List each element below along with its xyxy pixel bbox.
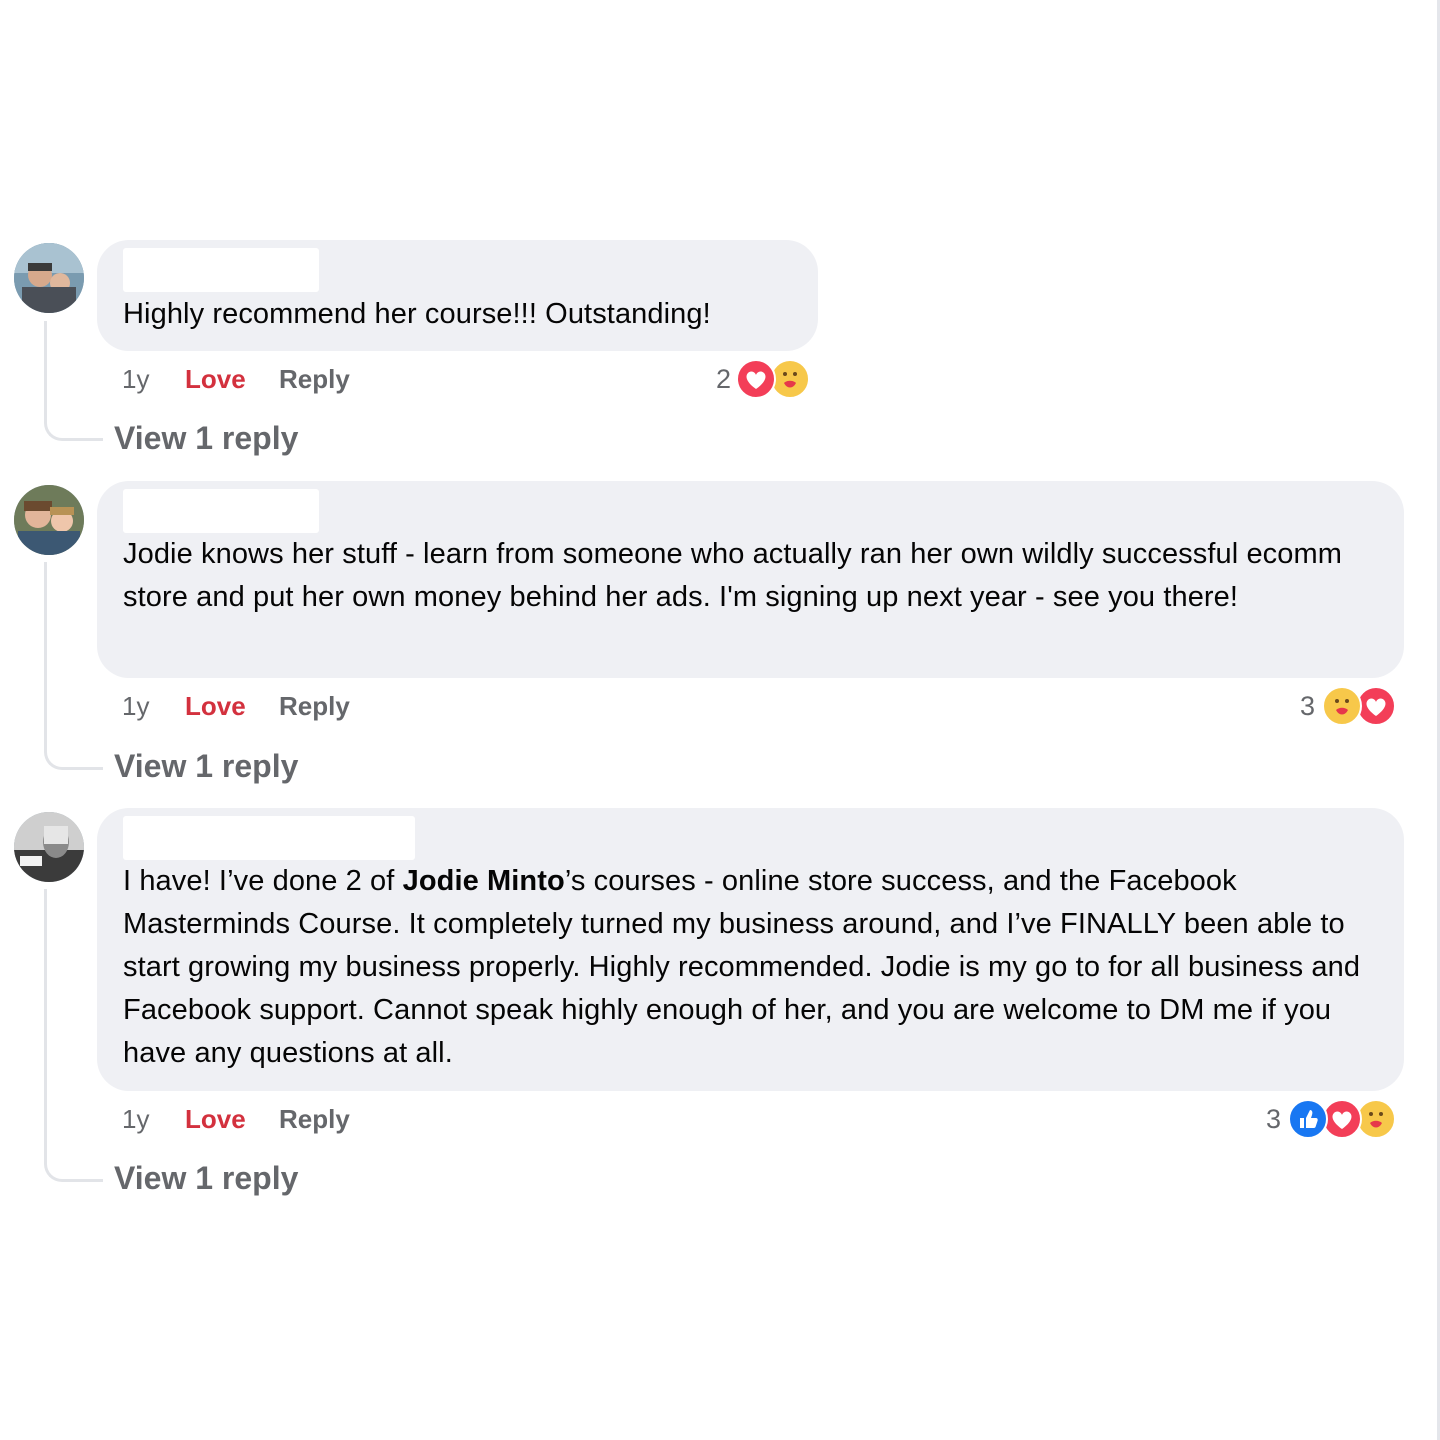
- care-reaction-icon: [770, 359, 810, 399]
- reply-button[interactable]: Reply: [279, 359, 350, 399]
- view-replies-link[interactable]: View 1 reply: [114, 416, 298, 460]
- love-button[interactable]: Love: [185, 686, 246, 726]
- reaction-count: 3: [1266, 1104, 1282, 1134]
- thread-connector: [44, 562, 103, 770]
- mention-link[interactable]: Jodie Minto: [403, 865, 565, 897]
- comment-text: Jodie knows her stuff - learn from someo…: [123, 538, 1343, 613]
- view-replies-link[interactable]: View 1 reply: [114, 744, 298, 788]
- thread-connector: [44, 321, 103, 441]
- reaction-summary[interactable]: 3: [1300, 684, 1400, 728]
- timestamp[interactable]: 1y: [122, 1099, 149, 1139]
- like-reaction-icon: [1288, 1099, 1328, 1139]
- care-reaction-icon: [1322, 686, 1362, 726]
- redacted-author-name: [123, 248, 319, 292]
- comment-text: Highly recommend her course!!! Outstandi…: [123, 298, 711, 330]
- comment-bubble: I have! I’ve done 2 of Jodie Minto’s cou…: [97, 808, 1404, 1091]
- redacted-author-name: [123, 816, 415, 860]
- reply-button[interactable]: Reply: [279, 686, 350, 726]
- love-button[interactable]: Love: [185, 1099, 246, 1139]
- view-replies-link[interactable]: View 1 reply: [114, 1156, 298, 1200]
- reaction-summary[interactable]: 2: [716, 357, 816, 401]
- redacted-author-name: [123, 489, 319, 533]
- love-reaction-icon: [1322, 1099, 1362, 1139]
- love-reaction-icon: [1356, 686, 1396, 726]
- reaction-count: 3: [1300, 691, 1316, 721]
- love-reaction-icon: [736, 359, 776, 399]
- reaction-count: 2: [716, 364, 732, 394]
- reply-button[interactable]: Reply: [279, 1099, 350, 1139]
- thread-connector: [44, 889, 103, 1182]
- love-button[interactable]: Love: [185, 359, 246, 399]
- avatar[interactable]: [14, 243, 84, 313]
- comment-text-start: I have! I’ve done 2 of: [123, 865, 403, 897]
- comment-bubble: Highly recommend her course!!! Outstandi…: [97, 240, 818, 351]
- timestamp[interactable]: 1y: [122, 359, 149, 399]
- timestamp[interactable]: 1y: [122, 686, 149, 726]
- comment-bubble: Jodie knows her stuff - learn from someo…: [97, 481, 1404, 678]
- reaction-summary[interactable]: 3: [1266, 1097, 1400, 1141]
- comment-text: I have! I’ve done 2 of Jodie Minto’s cou…: [123, 860, 1378, 1075]
- care-reaction-icon: [1356, 1099, 1396, 1139]
- avatar[interactable]: [14, 485, 84, 555]
- avatar[interactable]: [14, 812, 84, 882]
